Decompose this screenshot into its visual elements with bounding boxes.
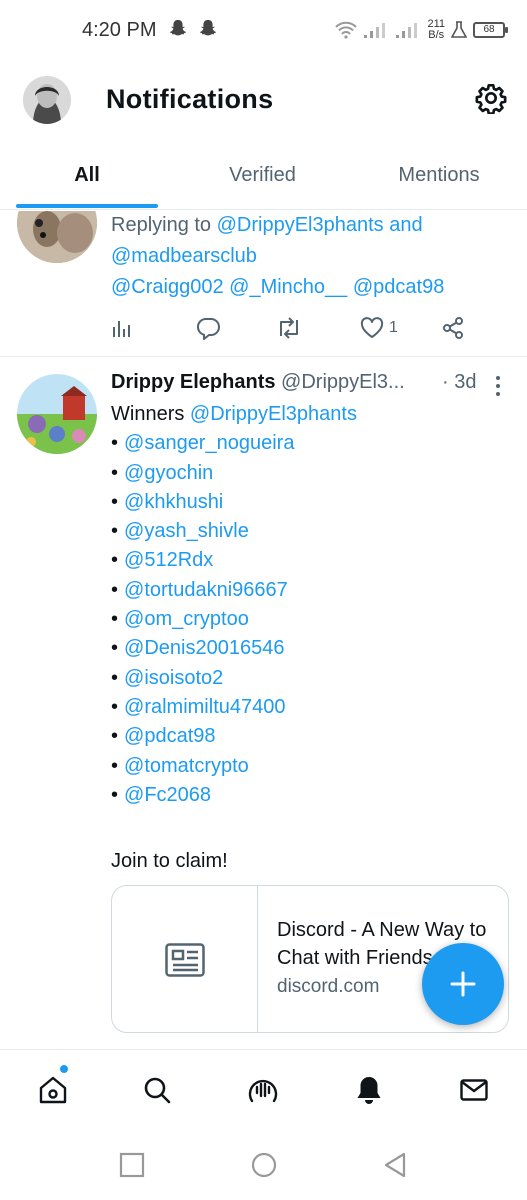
signal-icon <box>364 23 386 38</box>
mention-link[interactable]: @madbearsclub <box>111 245 257 267</box>
mention-link[interactable]: @gyochin <box>124 462 213 484</box>
mention-link[interactable]: @_Mincho__ <box>229 276 347 298</box>
battery-icon: 68 <box>473 22 508 38</box>
user-handle[interactable]: @DrippyEl3... <box>281 371 405 393</box>
tweet-text: @Craigg002 @_Mincho__ @pdcat98 <box>111 273 444 301</box>
page-title: Notifications <box>106 84 274 114</box>
mention-link[interactable]: @DrippyEl3phants <box>190 403 357 425</box>
article-icon <box>164 943 205 977</box>
wifi-icon <box>335 21 358 39</box>
list-item: • @tomatcrypto <box>111 754 249 777</box>
list-item: • @Denis20016546 <box>111 637 285 660</box>
system-navigation <box>0 1131 527 1200</box>
mention-link[interactable]: @tomatcrypto <box>124 755 249 777</box>
compose-button[interactable] <box>422 943 504 1025</box>
reply-button[interactable] <box>195 313 221 343</box>
list-item: • @khkhushi <box>111 490 224 513</box>
back-icon[interactable] <box>382 1151 410 1179</box>
list-item: • @512Rdx <box>111 549 214 572</box>
avatar[interactable] <box>23 76 71 124</box>
replying-to: Replying to @DrippyEl3phants and <box>111 214 423 236</box>
nav-spaces[interactable] <box>243 1070 283 1110</box>
snapchat-icon <box>169 19 187 36</box>
more-options-icon[interactable] <box>494 375 502 397</box>
share-button[interactable] <box>441 313 465 343</box>
nav-home[interactable] <box>33 1070 73 1110</box>
tweet-time: · 3d <box>442 371 477 393</box>
mention-link[interactable]: @sanger_nogueira <box>124 432 294 454</box>
list-item: • @ralmimiltu47400 <box>111 695 286 718</box>
bottom-navigation <box>0 1049 527 1131</box>
tweet-header: Drippy Elephants @DrippyEl3... <box>111 371 405 394</box>
avatar[interactable] <box>17 374 97 454</box>
app-header: Notifications <box>0 62 527 142</box>
tweet[interactable]: Replying to @DrippyEl3phants and @madbea… <box>0 211 527 357</box>
like-icon <box>360 317 384 338</box>
mention-link[interactable]: @DrippyEl3phants <box>217 214 384 236</box>
mention-link[interactable]: @512Rdx <box>124 549 213 571</box>
avatar[interactable] <box>17 211 97 263</box>
home-button-icon[interactable] <box>250 1151 278 1179</box>
list-item: • @tortudakni96667 <box>111 578 288 601</box>
mention-link[interactable]: @pdcat98 <box>124 725 215 747</box>
bell-icon <box>357 1077 381 1104</box>
nav-search[interactable] <box>137 1070 177 1110</box>
plus-icon <box>450 971 476 997</box>
mention-link[interactable]: @pdcat98 <box>353 276 444 298</box>
winners-heading: Winners @DrippyEl3phants <box>111 403 357 425</box>
nav-notifications[interactable] <box>349 1070 389 1110</box>
mention-link[interactable]: @Fc2068 <box>124 784 211 806</box>
retweet-button[interactable] <box>275 313 303 343</box>
analytics-button[interactable] <box>111 313 133 343</box>
list-item: • @Fc2068 <box>111 783 212 806</box>
list-item: • @pdcat98 <box>111 725 216 748</box>
tab-bar: All Verified Mentions <box>0 150 527 210</box>
reply-icon <box>196 318 220 340</box>
list-item: • @sanger_nogueira <box>111 432 295 455</box>
mention-link[interactable]: @ralmimiltu47400 <box>124 696 285 718</box>
mention-link[interactable]: @Craigg002 <box>111 276 224 298</box>
nav-messages[interactable] <box>454 1070 494 1110</box>
status-time: 4:20 PM <box>82 19 157 41</box>
display-name[interactable]: Drippy Elephants <box>111 371 275 393</box>
search-icon <box>144 1077 171 1104</box>
tab-verified[interactable]: Verified <box>190 164 335 187</box>
like-button[interactable]: 1 <box>359 313 398 343</box>
gear-icon[interactable] <box>475 82 507 114</box>
mention-link[interactable]: @tortudakni96667 <box>124 579 288 601</box>
notifications-feed[interactable]: Replying to @DrippyEl3phants and @madbea… <box>0 211 527 1049</box>
card-thumbnail <box>112 886 258 1032</box>
spaces-icon <box>248 1079 278 1103</box>
mention-link[interactable]: @om_cryptoo <box>124 608 249 630</box>
mention-link[interactable]: @isoisoto2 <box>124 667 223 689</box>
mention-link[interactable]: @yash_shivle <box>124 520 249 542</box>
active-tab-indicator <box>16 204 158 208</box>
mail-icon <box>460 1079 488 1101</box>
mention-link[interactable]: @khkhushi <box>124 491 223 513</box>
join-text: Join to claim! <box>111 850 228 872</box>
network-speed: 211 B/s <box>427 18 445 41</box>
like-count: 1 <box>389 319 398 336</box>
card-domain: discord.com <box>277 976 380 997</box>
list-item: • @isoisoto2 <box>111 666 224 689</box>
recent-apps-icon[interactable] <box>118 1151 146 1179</box>
snapchat-icon <box>199 19 217 36</box>
signal-icon <box>396 23 418 38</box>
mention-link[interactable]: @Denis20016546 <box>124 637 284 659</box>
tab-all[interactable]: All <box>16 164 158 187</box>
tab-mentions[interactable]: Mentions <box>366 164 512 187</box>
tweet-actions: 1 <box>111 313 471 343</box>
list-item: • @gyochin <box>111 461 214 484</box>
flask-icon <box>451 21 467 38</box>
list-item: • @yash_shivle <box>111 520 249 543</box>
tweet-text: Winners @DrippyEl3phants • @sanger_noguei… <box>111 400 357 810</box>
list-item: • @om_cryptoo <box>111 608 249 631</box>
share-icon <box>443 317 463 339</box>
retweet-icon <box>280 317 298 339</box>
home-icon <box>39 1076 67 1104</box>
analytics-icon <box>113 321 130 337</box>
notification-dot <box>59 1064 69 1074</box>
status-bar: 4:20 PM 211 B/s 68 <box>0 0 527 62</box>
replying-to-cont: @madbearsclub <box>111 242 257 270</box>
